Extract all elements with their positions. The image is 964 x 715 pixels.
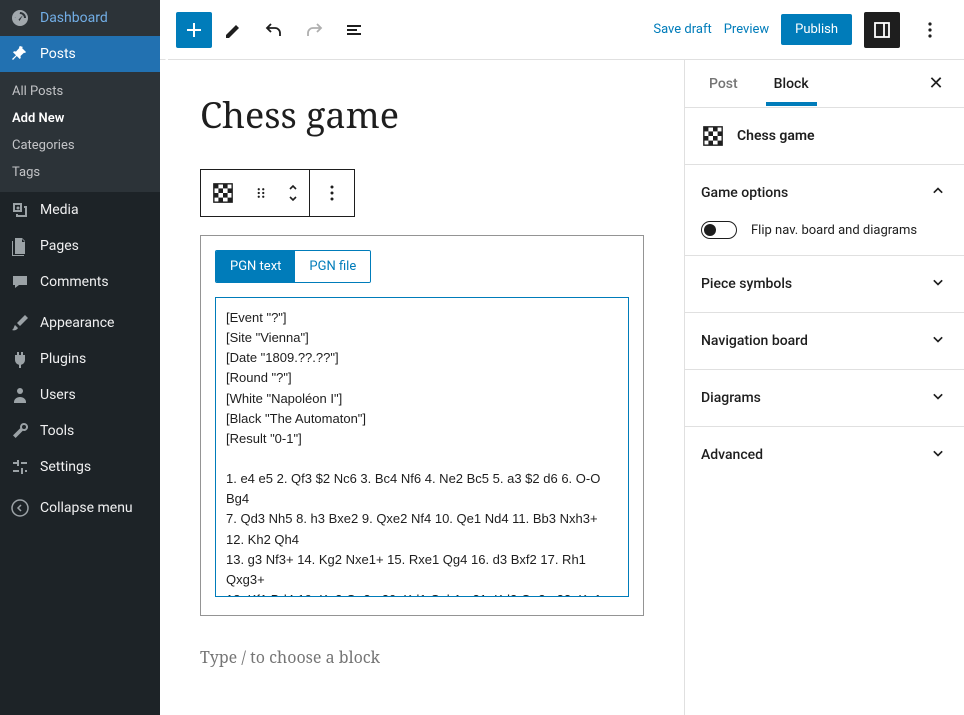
panel-title: Piece symbols (701, 276, 792, 292)
settings-panel: Post Block ✕ Chess game Game options (684, 60, 964, 715)
sidebar-item-dashboard[interactable]: Dashboard (0, 0, 160, 36)
save-draft-button[interactable]: Save draft (653, 22, 711, 37)
panel-title: Diagrams (701, 390, 761, 406)
wrench-icon (10, 421, 30, 441)
panel-piece-symbols: Piece symbols (685, 255, 964, 312)
media-icon (10, 200, 30, 220)
sidebar-label: Posts (40, 46, 76, 62)
sidebar-item-pages[interactable]: Pages (0, 228, 160, 264)
editor-topbar: Save draft Preview Publish (160, 0, 964, 60)
post-title[interactable]: Chess game (200, 90, 644, 139)
sidebar-label: Media (40, 202, 79, 218)
panel-title: Navigation board (701, 333, 808, 349)
settings-tabs: Post Block ✕ (685, 60, 964, 108)
panel-toggle-diagrams[interactable]: Diagrams (685, 370, 964, 426)
panel-toggle-game-options[interactable]: Game options (685, 165, 964, 221)
flip-board-label: Flip nav. board and diagrams (751, 223, 917, 238)
document-overview-button[interactable] (336, 12, 372, 48)
collapse-icon (10, 498, 30, 518)
chevron-down-icon (928, 272, 948, 296)
more-options-button[interactable] (912, 12, 948, 48)
editor-canvas[interactable]: Chess game PGN text (160, 60, 684, 715)
flip-board-toggle[interactable] (701, 221, 737, 239)
chessboard-icon (212, 182, 234, 204)
chevron-down-icon (928, 386, 948, 410)
sidebar-item-collapse[interactable]: Collapse menu (0, 490, 160, 526)
panel-game-options: Game options Flip nav. board and diagram… (685, 164, 964, 255)
block-card-title: Chess game (737, 128, 815, 144)
block-type-button[interactable] (201, 170, 245, 216)
drag-handle-button[interactable] (245, 170, 277, 216)
chevron-down-icon (928, 329, 948, 353)
redo-button[interactable] (296, 12, 332, 48)
flip-board-row: Flip nav. board and diagrams (701, 221, 948, 239)
pages-icon (10, 236, 30, 256)
sidebar-label: Appearance (40, 315, 114, 331)
sidebar-sub-all-posts[interactable]: All Posts (0, 78, 160, 105)
edit-mode-button[interactable] (216, 12, 252, 48)
panel-diagrams: Diagrams (685, 369, 964, 426)
add-block-button[interactable] (176, 12, 212, 48)
chessboard-icon (701, 124, 725, 148)
block-more-button[interactable] (310, 170, 354, 216)
plug-icon (10, 349, 30, 369)
sidebar-label: Plugins (40, 351, 86, 367)
user-icon (10, 385, 30, 405)
sidebar-item-users[interactable]: Users (0, 377, 160, 413)
block-toolbar (200, 169, 355, 217)
settings-toggle-button[interactable] (864, 12, 900, 48)
gauge-icon (10, 8, 30, 28)
sidebar-item-posts[interactable]: Posts (0, 36, 160, 72)
panel-title: Game options (701, 185, 788, 201)
sidebar-item-appearance[interactable]: Appearance (0, 305, 160, 341)
sidebar-item-settings[interactable]: Settings (0, 449, 160, 485)
panel-navigation-board: Navigation board (685, 312, 964, 369)
settings-close-button[interactable]: ✕ (924, 72, 948, 96)
sidebar-label: Settings (40, 459, 91, 475)
preview-button[interactable]: Preview (724, 22, 769, 37)
panel-toggle-advanced[interactable]: Advanced (685, 427, 964, 483)
settings-tab-block[interactable]: Block (766, 62, 817, 106)
move-updown-button[interactable] (277, 170, 309, 216)
pgn-tab-file[interactable]: PGN file (295, 251, 370, 282)
sidebar-label: Comments (40, 274, 109, 290)
sidebar-sub-tags[interactable]: Tags (0, 159, 160, 186)
chevron-down-icon (928, 443, 948, 467)
sidebar-item-comments[interactable]: Comments (0, 264, 160, 300)
sidebar-label: Pages (40, 238, 79, 254)
block-appender[interactable]: Type / to choose a block (200, 646, 644, 668)
sidebar-sub-categories[interactable]: Categories (0, 132, 160, 159)
sidebar-label: Users (40, 387, 76, 403)
chevron-up-icon (928, 181, 948, 205)
sidebar-submenu-posts: All Posts Add New Categories Tags (0, 72, 160, 192)
sidebar-sub-add-new[interactable]: Add New (0, 105, 160, 132)
panel-toggle-piece-symbols[interactable]: Piece symbols (685, 256, 964, 312)
comments-icon (10, 272, 30, 292)
pgn-textarea[interactable] (215, 297, 629, 597)
settings-tab-post[interactable]: Post (701, 62, 746, 106)
editor-main: Save draft Preview Publish Chess game (160, 0, 964, 715)
admin-sidebar: Dashboard Posts All Posts Add New Catego… (0, 0, 160, 715)
pgn-source-tabs: PGN text PGN file (215, 250, 371, 283)
pgn-tab-text[interactable]: PGN text (216, 251, 295, 282)
sidebar-item-media[interactable]: Media (0, 192, 160, 228)
undo-button[interactable] (256, 12, 292, 48)
sidebar-label: Collapse menu (40, 500, 133, 516)
sidebar-label: Dashboard (40, 10, 108, 26)
sliders-icon (10, 457, 30, 477)
panel-toggle-navigation-board[interactable]: Navigation board (685, 313, 964, 369)
chess-game-block: PGN text PGN file (200, 235, 644, 616)
panel-advanced: Advanced (685, 426, 964, 483)
publish-button[interactable]: Publish (781, 14, 852, 45)
brush-icon (10, 313, 30, 333)
panel-title: Advanced (701, 447, 763, 463)
sidebar-item-plugins[interactable]: Plugins (0, 341, 160, 377)
sidebar-label: Tools (40, 423, 74, 439)
sidebar-item-tools[interactable]: Tools (0, 413, 160, 449)
block-card: Chess game (685, 108, 964, 164)
pin-icon (10, 44, 30, 64)
